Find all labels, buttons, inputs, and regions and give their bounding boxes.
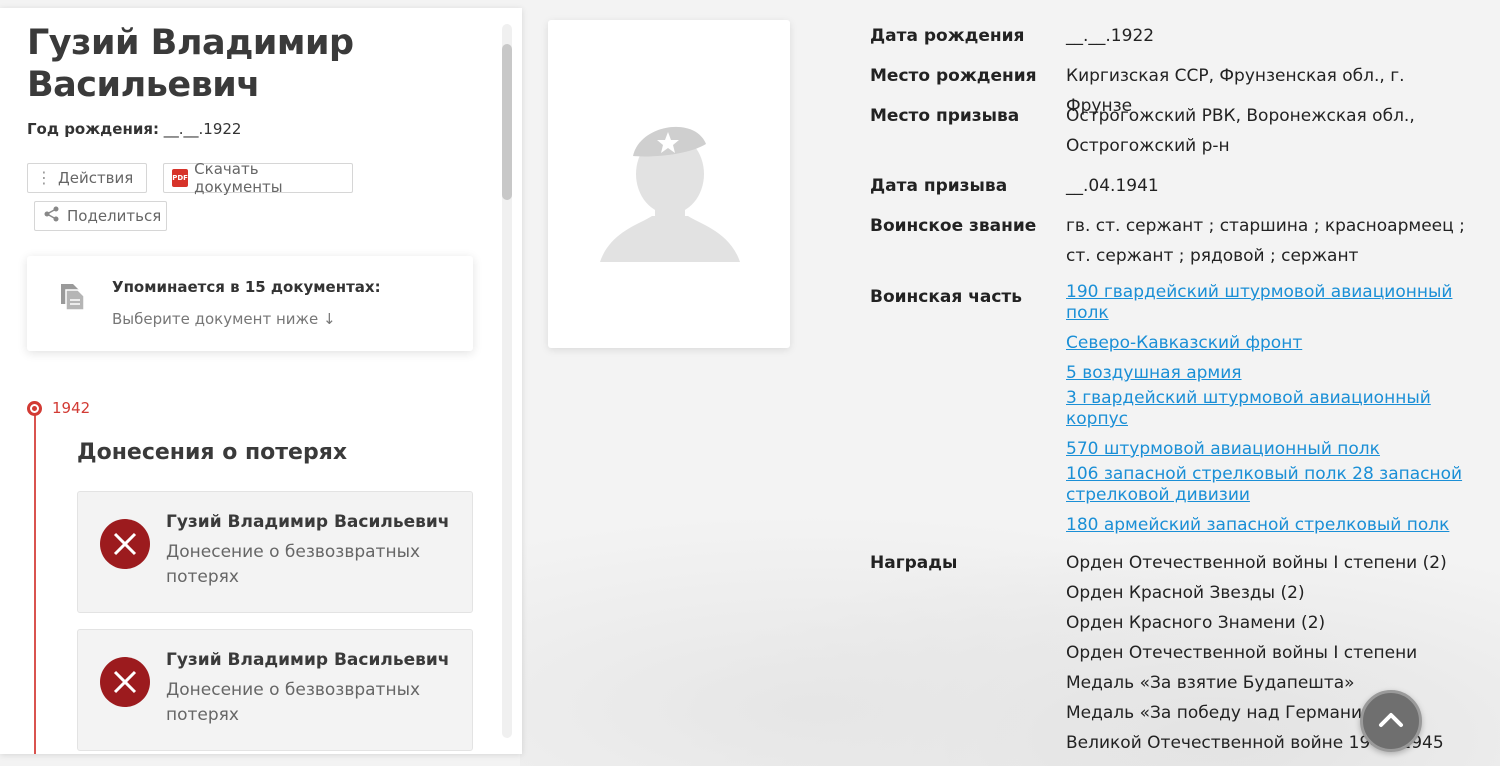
draft-place-value: Острогожский РВК, Воронежская обл., Остр…	[1066, 106, 1415, 156]
cross-icon	[100, 519, 150, 569]
birth-year-label: Год рождения:	[27, 120, 159, 138]
rank-value: гв. ст. сержант ; старшина ; красноармее…	[1066, 216, 1465, 266]
rank-label: Воинское звание	[870, 216, 1037, 236]
unit-link[interactable]: 190 гвардейский штурмовой авиационный по…	[1066, 282, 1466, 324]
birth-date-value: __.__.1922	[1066, 26, 1155, 46]
unit-link[interactable]: Северо-Кавказский фронт	[1066, 333, 1466, 354]
loss-card-description: Донесение о безвозвратных потерях	[166, 542, 421, 587]
vertical-dots-icon: ⋮	[36, 168, 52, 187]
mentions-card: Упоминается в 15 документах: Выберите до…	[27, 256, 473, 351]
loss-report-card[interactable]: Гузий Владимир Васильевич Донесение о бе…	[77, 629, 473, 751]
download-label: Скачать документы	[194, 160, 283, 196]
pdf-icon: PDF	[172, 169, 189, 187]
mentions-title: Упоминается в 15 документах:	[112, 278, 381, 296]
unit-link[interactable]: 5 воздушная армия	[1066, 363, 1466, 384]
unit-link[interactable]: 570 штурмовой авиационный полк	[1066, 439, 1466, 460]
timeline-line	[34, 412, 36, 754]
unit-links: 190 гвардейский штурмовой авиационный по…	[1066, 282, 1466, 536]
award-item: Орден Красной Звезды (2)	[1066, 583, 1305, 603]
chevron-up-icon	[1378, 710, 1404, 732]
birth-year: Год рождения: __.__.1922	[27, 120, 241, 138]
award-item: Орден Красного Знамени (2)	[1066, 613, 1326, 633]
loss-reports-title: Донесения о потерях	[77, 440, 348, 465]
unit-link[interactable]: 3 гвардейский штурмовой авиационный корп…	[1066, 388, 1466, 430]
birth-year-value: __.__.1922	[163, 120, 242, 138]
scroll-to-top-button[interactable]	[1360, 690, 1422, 752]
download-documents-button[interactable]: PDF Скачать документы	[163, 160, 353, 196]
loss-card-name: Гузий Владимир Васильевич	[166, 650, 450, 670]
awards-label: Награды	[870, 553, 958, 573]
photo-placeholder-card	[548, 20, 790, 348]
actions-label: Действия	[58, 169, 134, 187]
draft-date-label: Дата призыва	[870, 176, 1008, 196]
actions-button[interactable]: ⋮ Действия	[27, 163, 147, 193]
share-icon	[43, 205, 61, 227]
soldier-silhouette-icon	[600, 104, 740, 268]
loss-card-name: Гузий Владимир Васильевич	[166, 512, 450, 532]
timeline-year: 1942	[52, 399, 91, 417]
sidebar-scrollbar-thumb[interactable]	[502, 44, 512, 200]
birth-date-label: Дата рождения	[870, 26, 1025, 46]
loss-report-card[interactable]: Гузий Владимир Васильевич Донесение о бе…	[77, 491, 473, 613]
draft-place-label: Место призыва	[870, 106, 1020, 126]
person-sidebar: Гузий Владимир Васильевич Год рождения: …	[0, 8, 522, 754]
timeline-dot-icon	[27, 401, 42, 416]
person-name: Гузий Владимир Васильевич	[27, 23, 354, 105]
share-button[interactable]: Поделиться	[34, 201, 167, 231]
unit-link[interactable]: 106 запасной стрелковый полк 28 запасной…	[1066, 464, 1466, 506]
sidebar-scrollbar[interactable]	[502, 24, 512, 738]
award-item: Орден Отечественной войны I степени (2)	[1066, 553, 1447, 573]
unit-link[interactable]: 180 армейский запасной стрелковый полк	[1066, 515, 1466, 536]
cross-icon	[100, 657, 150, 707]
documents-icon	[59, 282, 85, 316]
draft-date-value: __.04.1941	[1066, 176, 1159, 196]
birth-place-label: Место рождения	[870, 66, 1037, 86]
mentions-subtitle: Выберите документ ниже ↓	[112, 310, 336, 328]
unit-label: Воинская часть	[870, 287, 1023, 307]
share-label: Поделиться	[67, 207, 162, 225]
award-item: Орден Отечественной войны I степени	[1066, 643, 1418, 663]
loss-card-description: Донесение о безвозвратных потерях	[166, 680, 421, 725]
